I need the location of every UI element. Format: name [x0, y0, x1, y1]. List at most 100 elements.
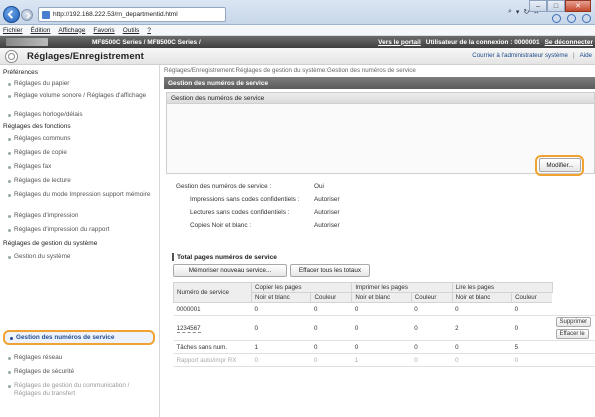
portal-link[interactable]: Vers le portail	[378, 39, 421, 46]
browser-toolbar: http://192.168.222.53/rn_departmentid.ht…	[0, 0, 595, 25]
delete-button[interactable]: Supprimer	[555, 317, 592, 327]
help-link[interactable]: Aide	[580, 52, 592, 59]
department-id-panel: Gestion des numéros de service	[166, 92, 595, 174]
info-value-bw-copies: Autoriser	[314, 222, 340, 229]
register-new-department-button[interactable]: Mémoriser nouveau service...	[173, 264, 287, 277]
menu-view[interactable]: Affichage	[58, 27, 85, 34]
col-sub-copy-bw: Noir et blanc	[250, 292, 312, 303]
sidebar-item-paper[interactable]: Réglages du papier	[8, 80, 69, 88]
sidebar-item-communication[interactable]: Réglages de gestion du communication / R…	[8, 382, 148, 398]
bullet-icon	[8, 165, 11, 169]
sidebar-item-report-print[interactable]: Réglages d'impression du rapport	[8, 226, 109, 234]
menu-favorites[interactable]: Favoris	[93, 27, 114, 34]
address-bar[interactable]: http://192.168.222.53/rn_departmentid.ht…	[38, 7, 226, 22]
favorites-icon[interactable]	[567, 14, 576, 23]
site-icon	[42, 10, 50, 19]
dropdown-icon[interactable]: ▾	[516, 8, 520, 16]
table-row: Rapport auto/impr RX 0 0 1 0 0 0	[173, 353, 595, 367]
cell-value: 0	[511, 302, 553, 316]
sidebar-item-memory-print[interactable]: Réglages du mode Impression support mémo…	[8, 191, 156, 199]
sidebar-item-print[interactable]: Réglages d'impression	[8, 212, 78, 220]
sidebar-item-copy[interactable]: Réglages de copie	[8, 149, 67, 157]
maximize-button[interactable]: □	[547, 0, 565, 12]
bullet-icon	[8, 137, 11, 141]
minimize-button[interactable]: –	[529, 0, 547, 12]
row-id: 0000001	[173, 302, 252, 316]
clear-row-button[interactable]: Effacer le	[555, 329, 589, 339]
title-bar-marker	[172, 253, 174, 261]
forward-button[interactable]	[21, 9, 33, 21]
info-label-scan-without-id: Lectures sans codes confidentiels :	[190, 209, 290, 216]
bullet-icon	[8, 228, 11, 232]
info-label-bw-copies: Copies Noir et blanc :	[190, 222, 252, 229]
cell-value: 0	[310, 302, 352, 316]
cell-value: 0	[411, 340, 453, 354]
settings-icon[interactable]	[582, 14, 591, 23]
department-table: Numéro de service Copier les pages Impri…	[173, 282, 595, 367]
separator: |	[573, 52, 575, 59]
section-title: Gestion des numéros de service	[164, 77, 595, 89]
menu-tools[interactable]: Outils	[123, 27, 140, 34]
col-sub-scan-bw: Noir et blanc	[451, 292, 513, 303]
panel-title: Gestion des numéros de service	[167, 93, 594, 104]
bullet-icon	[8, 370, 11, 374]
cell-value: 2	[452, 315, 512, 341]
row-actions	[552, 353, 595, 367]
cell-value: 0	[411, 315, 453, 341]
logout-link[interactable]: Se déconnecter	[545, 39, 593, 46]
col-header-actions	[552, 282, 595, 303]
cell-value: 0	[310, 315, 352, 341]
close-window-button[interactable]: ✕	[565, 0, 591, 12]
sidebar-item-scan[interactable]: Réglages de lecture	[8, 177, 71, 185]
bullet-icon	[8, 214, 11, 218]
cell-value: 0	[310, 353, 352, 367]
info-label-print-without-id: Impressions sans codes confidentiels :	[190, 196, 300, 203]
cell-value: 1	[351, 353, 412, 367]
sidebar-item-network[interactable]: Réglages réseau	[8, 354, 62, 362]
search-icon[interactable]: ⌕	[508, 8, 512, 16]
cell-value: 0	[452, 302, 512, 316]
row-actions: Supprimer Effacer le	[552, 315, 595, 341]
bullet-icon	[8, 151, 11, 155]
settings-gear-icon	[5, 50, 18, 63]
back-button[interactable]	[3, 6, 20, 23]
sidebar-item-fax[interactable]: Réglages fax	[8, 163, 51, 171]
col-sub-copy-color: Couleur	[310, 292, 353, 303]
col-sub-print-bw: Noir et blanc	[351, 292, 412, 303]
sidebar-item-clock[interactable]: Réglages horloge/délais	[8, 111, 83, 119]
menu-edit[interactable]: Édition	[31, 27, 51, 34]
cell-value: 0	[411, 302, 453, 316]
cell-value: 0	[452, 340, 512, 354]
sidebar-group-preferences: Préférences	[3, 69, 39, 76]
clear-all-totals-button[interactable]: Effacer tous les totaux	[290, 264, 370, 277]
col-sub-print-color: Couleur	[410, 292, 453, 303]
page-title: Réglages/Enregistrement	[27, 51, 144, 62]
sidebar-item-security[interactable]: Réglages de sécurité	[8, 368, 74, 376]
row-id: Tâches sans num.	[173, 340, 252, 354]
device-model: MF8500C Series / MF8500C Series /	[92, 38, 201, 46]
col-header-print: Imprimer les pages	[351, 282, 453, 293]
row-id-link[interactable]: 1234567	[173, 315, 252, 341]
browser-right-icons	[552, 14, 591, 23]
sidebar-item-volume-display[interactable]: Réglage volume sonore / Réglages d'affic…	[8, 92, 148, 100]
menu-file[interactable]: Fichier	[3, 27, 23, 34]
arrow-left-icon	[7, 10, 14, 19]
mail-admin-link[interactable]: Courrier à l'administrateur système	[472, 52, 568, 59]
row-actions	[552, 302, 595, 316]
arrow-right-icon	[25, 11, 31, 19]
sidebar-item-common[interactable]: Réglages communs	[8, 135, 70, 143]
browser-menu-bar: Fichier Édition Affichage Favoris Outils…	[0, 25, 595, 36]
table-row: 1234567 0 0 0 0 2 0 Supprimer Effacer le	[173, 315, 595, 341]
menu-help[interactable]: ?	[147, 27, 151, 34]
sidebar-item-department-id[interactable]: Gestion des numéros de service	[10, 334, 114, 342]
sidebar-item-system-management[interactable]: Gestion du système	[8, 253, 70, 261]
bullet-icon	[8, 193, 11, 197]
home-icon[interactable]	[552, 14, 561, 23]
sidebar-group-functions: Réglages des fonctions	[3, 123, 71, 130]
info-value-print-without-id: Autoriser	[314, 196, 340, 203]
sidebar-group-system: Réglages de gestion du système	[3, 240, 98, 247]
cell-value: 5	[511, 340, 553, 354]
bullet-icon	[8, 179, 11, 183]
cell-value: 0	[452, 353, 512, 367]
cell-value: 0	[411, 353, 453, 367]
